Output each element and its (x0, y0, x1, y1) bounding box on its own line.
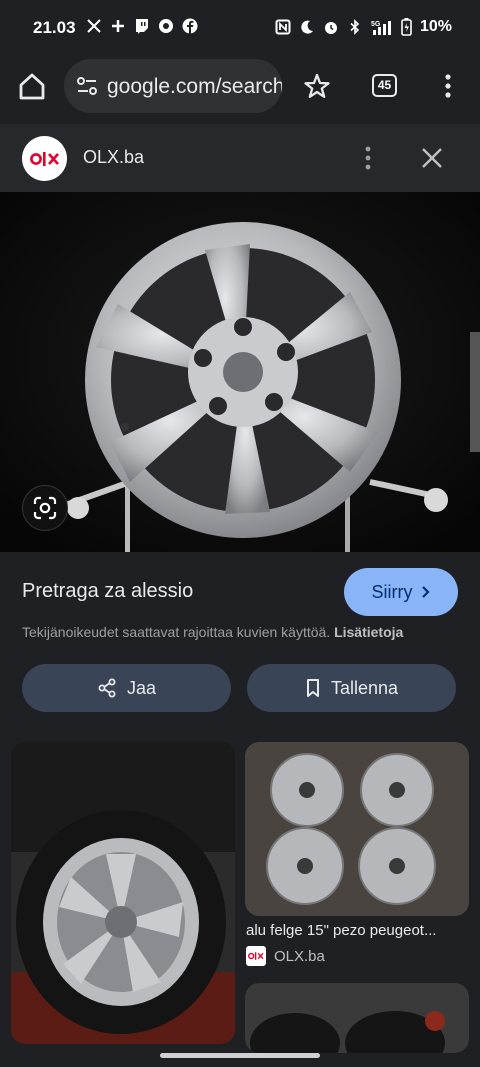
chat-app-icon (159, 19, 173, 33)
battery-percent: 10% (419, 18, 452, 35)
share-icon (98, 678, 116, 698)
related-image-tires[interactable] (245, 983, 469, 1053)
close-icon[interactable] (418, 144, 446, 172)
address-bar[interactable]: google.com/search (64, 59, 282, 113)
site-settings-icon[interactable] (76, 76, 98, 96)
google-lens-button[interactable] (22, 485, 68, 531)
system-status-icons: 5G 10% (275, 18, 452, 36)
bookmark-icon (306, 679, 319, 697)
copyright-notice: Tekijänoikeudet saattavat rajoittaa kuvi… (22, 624, 403, 640)
related-caption[interactable]: alu felge 15" pezo peugeot... (246, 922, 466, 939)
preview-image[interactable] (0, 192, 480, 552)
result-info-panel: Pretraga za alessio Siirry Tekijänoikeud… (0, 552, 480, 742)
related-source-name: OLX.ba (274, 947, 325, 965)
result-title: Pretraga za alessio (22, 580, 194, 602)
related-images-grid: alu felge 15" pezo peugeot... OLX.ba (0, 742, 480, 1067)
home-icon[interactable] (16, 70, 48, 102)
share-label: Jaa (126, 677, 157, 698)
overflow-menu-icon[interactable] (436, 72, 460, 100)
olx-mini-logo (246, 946, 266, 966)
do-not-disturb-moon-icon (301, 20, 313, 34)
visit-button-label: Siirry (371, 581, 413, 602)
twitch-icon (136, 19, 148, 34)
tire-wheel-image (11, 742, 235, 1044)
tab-switcher-icon[interactable]: 45 (372, 74, 397, 97)
gesture-navigation-bar[interactable] (160, 1053, 320, 1058)
star-icon[interactable] (303, 72, 331, 100)
google-lens-icon (33, 496, 57, 520)
share-button[interactable]: Jaa (22, 664, 231, 712)
facebook-icon (182, 18, 198, 34)
battery-icon (401, 18, 412, 36)
chevron-right-icon (421, 586, 430, 598)
status-bar: 21.03 5G 10% (0, 0, 480, 56)
plus-app-icon (112, 20, 124, 32)
tires-image (245, 983, 469, 1053)
alloy-wheel-image (0, 192, 480, 552)
olx-logo-mark (29, 151, 59, 166)
related-image-tire[interactable] (11, 742, 235, 1044)
save-button[interactable]: Tallenna (247, 664, 456, 712)
url-text[interactable]: google.com/search (107, 75, 282, 99)
nfc-icon (275, 19, 291, 35)
signal-5g-icon: 5G (371, 21, 391, 35)
copyright-text: Tekijänoikeudet saattavat rajoittaa kuvi… (22, 624, 331, 640)
notification-icons (86, 18, 198, 34)
more-options-icon[interactable] (358, 144, 378, 172)
browser-toolbar: google.com/search 45 (0, 56, 480, 122)
bluetooth-icon (350, 19, 360, 35)
status-time: 21.03 (33, 18, 76, 37)
visit-button[interactable]: Siirry (344, 568, 458, 616)
source-name[interactable]: OLX.ba (83, 147, 144, 168)
learn-more-link[interactable]: Lisätietoja (334, 624, 403, 640)
image-source-bar: OLX.ba (0, 124, 480, 192)
related-image-rims[interactable] (245, 742, 469, 916)
save-label: Tallenna (330, 677, 399, 698)
svg-text:5G: 5G (371, 21, 381, 28)
alarm-icon (324, 22, 337, 34)
x-app-icon (87, 19, 101, 33)
related-source[interactable]: OLX.ba (246, 946, 325, 966)
olx-logo[interactable] (22, 136, 67, 181)
four-rims-image (245, 742, 469, 916)
